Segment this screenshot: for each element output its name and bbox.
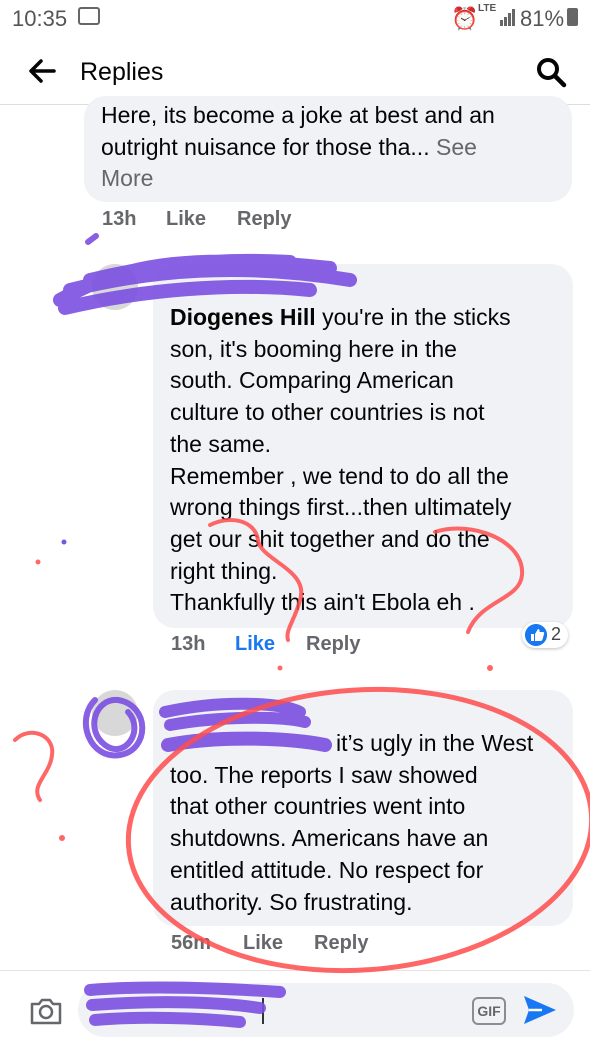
comment-text: Here, its become a joke at best and an o… bbox=[101, 100, 561, 195]
signal-icon bbox=[500, 9, 515, 26]
comment-time: 13h bbox=[171, 633, 206, 655]
text-cursor bbox=[262, 998, 264, 1024]
mail-icon bbox=[78, 7, 100, 25]
gif-icon[interactable]: GIF bbox=[472, 997, 506, 1025]
comment-time: 56m bbox=[171, 932, 212, 954]
reply-button[interactable]: Reply bbox=[306, 633, 360, 656]
back-arrow-icon[interactable] bbox=[28, 56, 56, 86]
status-time: 10:35 bbox=[12, 6, 68, 31]
reply-button[interactable]: Reply bbox=[237, 208, 291, 231]
page-title: Replies bbox=[80, 58, 164, 86]
send-icon[interactable] bbox=[522, 993, 558, 1027]
like-button[interactable]: Like bbox=[235, 633, 275, 656]
alarm-icon: ⏰ bbox=[451, 6, 479, 31]
like-button[interactable]: Like bbox=[243, 932, 283, 955]
comment-text: it’s ugly in the West too. The reports I… bbox=[170, 730, 534, 915]
comment-time: 13h bbox=[102, 208, 137, 230]
search-icon[interactable] bbox=[535, 56, 567, 88]
comment-composer: GIF bbox=[0, 970, 590, 1049]
avatar[interactable] bbox=[92, 690, 138, 736]
reaction-count: 2 bbox=[551, 624, 562, 644]
like-button[interactable]: Like bbox=[166, 208, 206, 231]
battery-percent: 81% bbox=[520, 6, 565, 31]
avatar[interactable] bbox=[92, 264, 138, 310]
network-type: LTE bbox=[478, 3, 497, 14]
see-more-link[interactable]: More bbox=[101, 163, 561, 195]
comment-text: Diogenes Hill you're in the sticks son, … bbox=[170, 304, 512, 616]
blue-dots bbox=[61, 539, 67, 545]
like-reaction-icon bbox=[525, 624, 547, 646]
reaction-badge[interactable]: 2 bbox=[522, 622, 568, 648]
camera-icon[interactable] bbox=[28, 996, 64, 1026]
comment-author[interactable]: Diogenes Hill bbox=[170, 304, 316, 330]
battery-icon bbox=[567, 8, 578, 26]
reply-button[interactable]: Reply bbox=[314, 932, 368, 955]
status-bar: 10:35 ⏰ LTE 81% bbox=[0, 0, 590, 40]
see-more-link[interactable]: See bbox=[436, 134, 477, 160]
